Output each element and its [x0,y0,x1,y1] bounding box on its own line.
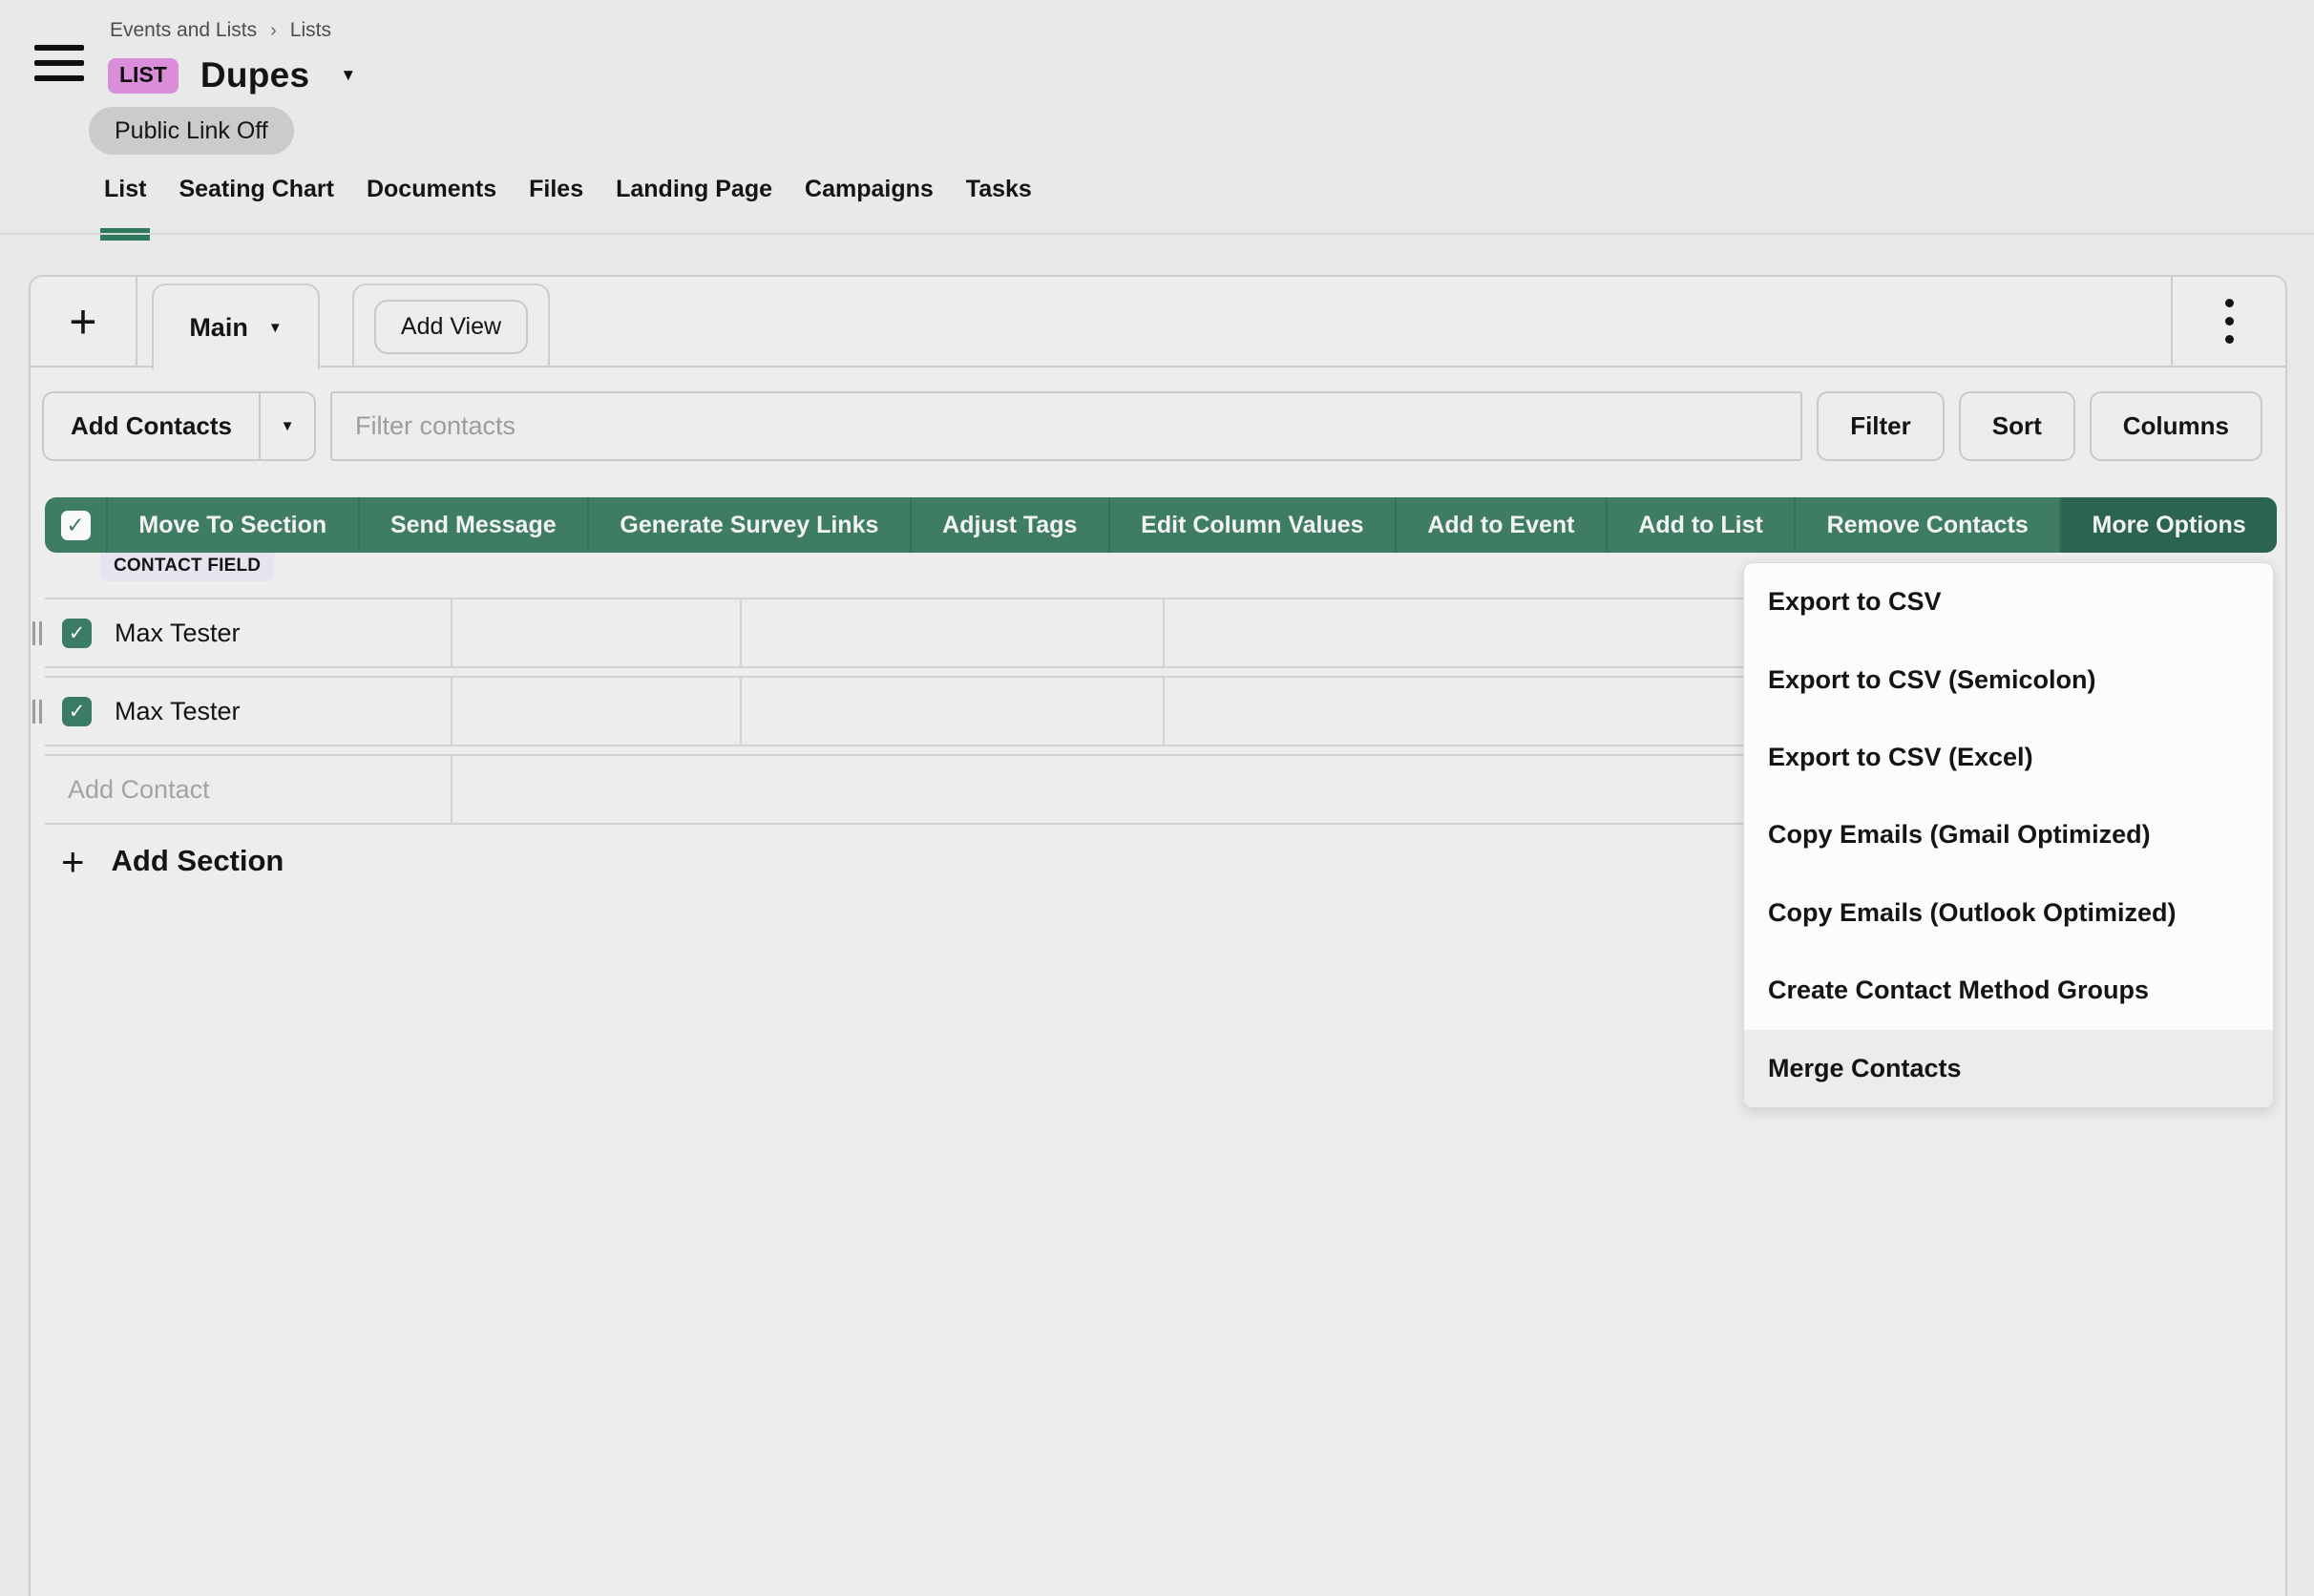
plus-icon: + [69,294,96,349]
breadcrumb-lists[interactable]: Lists [290,19,331,42]
public-link-toggle[interactable]: Public Link Off [89,107,294,155]
empty-cell[interactable] [452,599,742,666]
title-caret-down-icon[interactable]: ▼ [340,66,356,85]
action-move-to-section[interactable]: Move To Section [106,497,358,553]
menu-item-export-csv-excel[interactable]: Export to CSV (Excel) [1744,719,2273,796]
tab-landing-page[interactable]: Landing Page [616,176,772,224]
action-remove-contacts[interactable]: Remove Contacts [1794,497,2059,553]
select-all-checkbox[interactable]: ✓ [45,497,106,553]
add-contacts-caret-button[interactable]: ▼ [261,393,314,459]
title-row: LIST Dupes ▼ [108,55,356,95]
caret-down-icon: ▼ [281,418,295,434]
check-icon: ✓ [69,700,86,724]
kebab-icon [2225,299,2234,344]
add-view-tab: Add View [352,284,550,368]
menu-item-merge-contacts[interactable]: Merge Contacts [1744,1030,2273,1107]
filter-button[interactable]: Filter [1817,391,1945,461]
tab-tasks[interactable]: Tasks [966,176,1032,224]
contact-name: Max Tester [115,697,241,726]
action-add-to-list[interactable]: Add to List [1606,497,1794,553]
view-caret-down-icon: ▼ [268,320,283,336]
add-contacts-split-button: Add Contacts ▼ [42,391,316,461]
contact-name-cell[interactable]: ✓ Max Tester [45,599,452,666]
breadcrumb: Events and Lists › Lists [110,19,331,42]
contact-field-column-label: CONTACT FIELD [100,553,274,581]
checkbox-checked-icon: ✓ [61,511,91,540]
views-bar: + Main ▼ Add View [31,277,2285,368]
add-contact-placeholder: Add Contact [62,775,210,805]
add-section-label: Add Section [112,844,284,878]
menu-item-copy-emails-gmail[interactable]: Copy Emails (Gmail Optimized) [1744,796,2273,873]
columns-button[interactable]: Columns [2090,391,2262,461]
add-contacts-button[interactable]: Add Contacts [44,393,259,459]
action-more-options[interactable]: More Options [2059,497,2277,553]
contacts-toolbar: Add Contacts ▼ Filter Sort Columns [42,391,2262,461]
breadcrumb-separator-icon: › [270,20,277,42]
add-view-plus-button[interactable]: + [31,277,137,366]
sort-button[interactable]: Sort [1959,391,2075,461]
tab-seating-chart[interactable]: Seating Chart [179,176,334,224]
breadcrumb-events-and-lists[interactable]: Events and Lists [110,19,257,42]
drag-handle-icon[interactable] [32,621,42,645]
empty-cell[interactable] [742,599,1165,666]
row-checkbox-checked[interactable]: ✓ [62,619,92,648]
tab-campaigns[interactable]: Campaigns [805,176,934,224]
hamburger-menu-icon[interactable] [34,45,84,81]
contact-name: Max Tester [115,619,241,648]
header-divider [0,233,2314,235]
add-view-button[interactable]: Add View [374,300,528,354]
add-contact-cell[interactable]: Add Contact [45,756,452,823]
views-more-button[interactable] [2171,277,2285,366]
menu-item-copy-emails-outlook[interactable]: Copy Emails (Outlook Optimized) [1744,874,2273,952]
tab-list[interactable]: List [104,176,146,224]
more-options-menu: Export to CSV Export to CSV (Semicolon) … [1743,562,2274,1108]
tab-files[interactable]: Files [529,176,583,224]
menu-item-export-csv[interactable]: Export to CSV [1744,563,2273,640]
list-type-badge: LIST [108,58,179,94]
drag-handle-icon[interactable] [32,700,42,724]
action-send-message[interactable]: Send Message [358,497,587,553]
screen: Events and Lists › Lists LIST Dupes ▼ Pu… [0,0,2314,1596]
check-icon: ✓ [69,621,86,645]
menu-item-create-contact-method-groups[interactable]: Create Contact Method Groups [1744,952,2273,1029]
action-edit-column-values[interactable]: Edit Column Values [1108,497,1395,553]
page-title: Dupes [200,55,310,95]
contact-name-cell[interactable]: ✓ Max Tester [45,678,452,745]
empty-cell[interactable] [452,678,742,745]
empty-cell[interactable] [742,678,1165,745]
row-checkbox-checked[interactable]: ✓ [62,697,92,726]
filter-contacts-input[interactable] [330,391,1802,461]
action-generate-survey-links[interactable]: Generate Survey Links [587,497,910,553]
tab-documents[interactable]: Documents [367,176,496,224]
main-tabs: List Seating Chart Documents Files Landi… [104,176,1032,224]
selection-action-bar: ✓ Move To Section Send Message Generate … [45,497,2277,553]
plus-icon: + [61,847,85,876]
action-adjust-tags[interactable]: Adjust Tags [910,497,1108,553]
view-tab-main[interactable]: Main ▼ [152,284,320,369]
menu-item-export-csv-semicolon[interactable]: Export to CSV (Semicolon) [1744,640,2273,718]
action-add-to-event[interactable]: Add to Event [1395,497,1606,553]
